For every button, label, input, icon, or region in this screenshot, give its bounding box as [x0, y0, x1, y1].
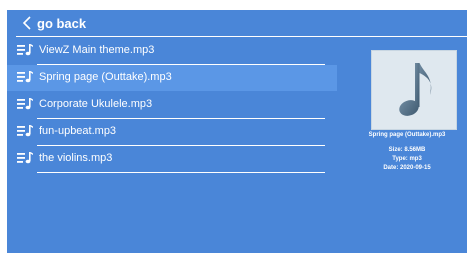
header-divider [16, 36, 467, 37]
file-row[interactable]: fun-upbeat.mp3 [7, 119, 337, 146]
music-list-icon [17, 98, 33, 110]
file-row-selected[interactable]: Spring page (Outtake).mp3 [7, 65, 337, 91]
details-file-name: Spring page (Outtake).mp3 [368, 132, 446, 138]
file-name: Spring page (Outtake).mp3 [39, 71, 172, 83]
file-row[interactable]: the violins.mp3 [7, 146, 337, 173]
file-browser-screen: go back ViewZ Main theme.mp3 Spring page… [7, 10, 467, 253]
details-date: Date: 2020-09-15 [383, 165, 431, 171]
row-divider [37, 172, 325, 173]
music-list-icon [17, 44, 33, 56]
details-type: Type: mp3 [392, 156, 422, 162]
file-row[interactable]: Corporate Ukulele.mp3 [7, 92, 337, 119]
music-thumbnail [371, 50, 457, 130]
file-name: fun-upbeat.mp3 [39, 125, 117, 137]
back-label: go back [37, 16, 87, 31]
music-note-icon [399, 63, 432, 116]
music-list-icon [17, 152, 33, 164]
file-row[interactable]: ViewZ Main theme.mp3 [7, 38, 337, 65]
chevron-left-icon [22, 16, 31, 30]
details-size: Size: 8.56MB [388, 147, 426, 153]
file-details: Spring page (Outtake).mp3 Size: 8.56MB T… [352, 131, 462, 173]
music-list-icon [17, 71, 33, 83]
file-name: Corporate Ukulele.mp3 [39, 98, 153, 110]
file-name: ViewZ Main theme.mp3 [39, 44, 155, 56]
file-name: the violins.mp3 [39, 152, 113, 164]
music-list-icon [17, 125, 33, 137]
header: go back [7, 10, 467, 38]
